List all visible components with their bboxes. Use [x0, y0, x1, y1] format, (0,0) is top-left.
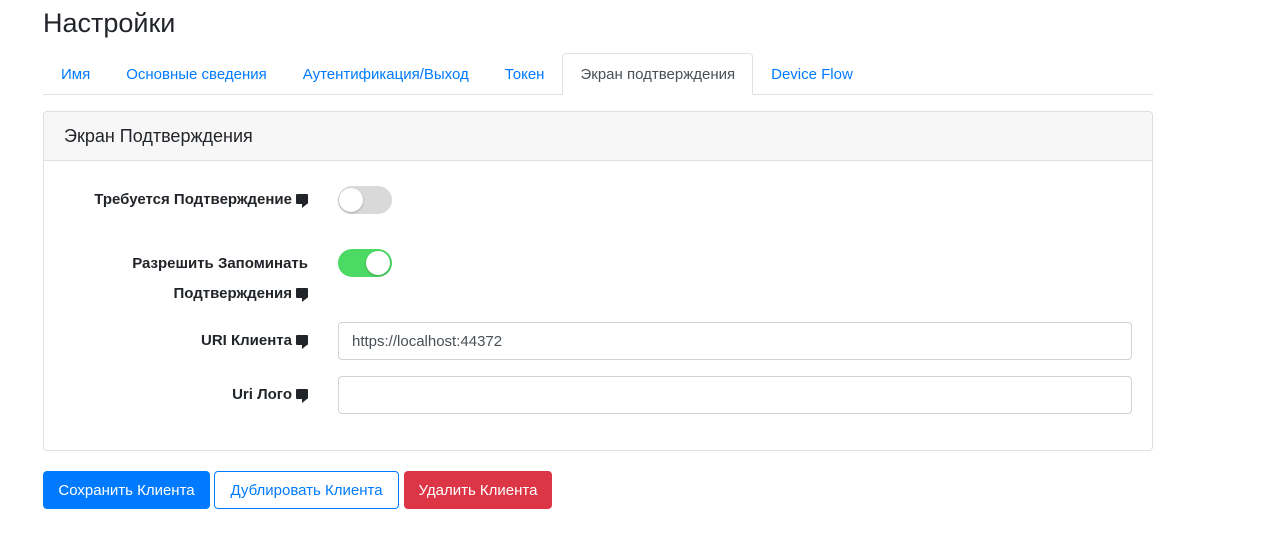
logo-uri-label: Uri Лого	[232, 380, 308, 410]
save-client-button[interactable]: Сохранить Клиента	[43, 471, 210, 509]
tab-consent-screen[interactable]: Экран подтверждения	[562, 53, 754, 95]
allow-remember-label-line1: Разрешить Запоминать	[132, 255, 308, 272]
tab-authentication-logout[interactable]: Аутентификация/Выход	[285, 53, 487, 95]
allow-remember-consent-label: Разрешить Запоминать Подтверждения	[132, 249, 308, 309]
client-uri-input[interactable]	[338, 322, 1132, 360]
allow-remember-label-line2: Подтверждения	[173, 285, 292, 302]
client-uri-label-text: URI Клиента	[201, 332, 292, 349]
toggle-knob	[339, 188, 363, 212]
tab-name[interactable]: Имя	[43, 53, 108, 95]
tab-device-flow[interactable]: Device Flow	[753, 53, 871, 95]
require-consent-label: Требуется Подтверждение	[94, 185, 308, 215]
logo-uri-input[interactable]	[338, 376, 1132, 414]
allow-remember-consent-toggle[interactable]	[338, 249, 392, 277]
card-header: Экран Подтверждения	[44, 112, 1152, 161]
page-title: Настройки	[43, 8, 176, 38]
require-consent-label-text: Требуется Подтверждение	[94, 191, 292, 208]
consent-screen-card: Экран Подтверждения Требуется Подтвержде…	[43, 111, 1153, 451]
tab-token[interactable]: Токен	[487, 53, 563, 95]
tab-basics[interactable]: Основные сведения	[108, 53, 285, 95]
require-consent-toggle[interactable]	[338, 186, 392, 214]
client-uri-label: URI Клиента	[201, 326, 308, 356]
help-icon[interactable]	[296, 288, 308, 302]
help-icon[interactable]	[296, 335, 308, 349]
duplicate-client-button[interactable]: Дублировать Клиента	[214, 471, 399, 509]
toggle-knob	[366, 251, 390, 275]
help-icon[interactable]	[296, 194, 308, 208]
delete-client-button[interactable]: Удалить Клиента	[404, 471, 552, 509]
help-icon[interactable]	[296, 389, 308, 403]
logo-uri-label-text: Uri Лого	[232, 386, 292, 403]
tab-bar: Имя Основные сведения Аутентификация/Вых…	[43, 53, 1153, 95]
